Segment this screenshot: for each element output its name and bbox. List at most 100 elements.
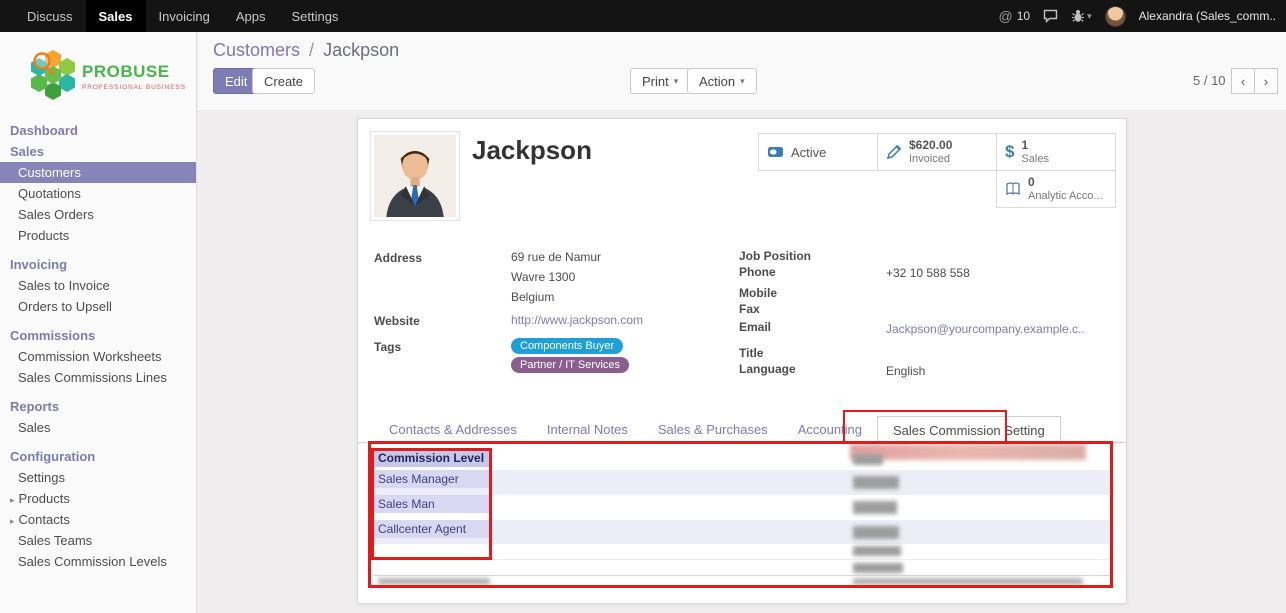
caret-right-icon: ▸ (10, 495, 15, 505)
mobile-label: Mobile (739, 286, 777, 300)
sidebar-menu: Dashboard Sales Customers Quotations Sal… (0, 120, 196, 572)
table-row[interactable] (373, 544, 1112, 559)
redacted-value (853, 476, 899, 489)
breadcrumb: Customers / Jackpson (213, 40, 399, 61)
sidebar-item-config-contacts[interactable]: ▸Contacts (0, 509, 196, 530)
invoiced-stat-button[interactable]: $620.00 Invoiced (877, 133, 997, 171)
tab-internal-notes[interactable]: Internal Notes (532, 416, 643, 442)
title-label: Title (739, 346, 763, 360)
sidebar-item-reports-sales[interactable]: Sales (0, 417, 196, 438)
tag-components-buyer[interactable]: Components Buyer (511, 338, 623, 354)
customer-photo-image (374, 135, 456, 217)
website-link[interactable]: http://www.jackpson.com (511, 313, 643, 327)
book-icon (1005, 181, 1021, 197)
redacted-value (853, 563, 903, 573)
sidebar-section-dashboard[interactable]: Dashboard (0, 120, 196, 141)
menu-settings[interactable]: Settings (278, 0, 351, 32)
sidebar-item-sales-teams[interactable]: Sales Teams (0, 530, 196, 551)
job-position-label: Job Position (739, 249, 811, 263)
sidebar-item-sales-to-invoice[interactable]: Sales to Invoice (0, 275, 196, 296)
tab-contacts-addresses[interactable]: Contacts & Addresses (374, 416, 532, 442)
breadcrumb-customers-link[interactable]: Customers (213, 40, 300, 60)
logo-title: PROBUSE (82, 62, 186, 82)
mentions-indicator[interactable]: @ 10 (999, 8, 1031, 24)
sales-label: Sales (1021, 153, 1049, 167)
sales-stat-button[interactable]: $ 1 Sales (996, 133, 1116, 171)
menu-discuss[interactable]: Discuss (14, 0, 86, 32)
sidebar-section-sales[interactable]: Sales (0, 141, 196, 162)
caret-down-icon: ▾ (1087, 11, 1092, 22)
user-menu[interactable]: Alexandra (Sales_comm.. (1139, 9, 1276, 23)
redacted-value (378, 578, 490, 585)
active-toggle-icon (767, 144, 784, 160)
analytic-label: Analytic Acco... (1028, 190, 1103, 204)
sidebar-item-sales-commission-levels[interactable]: Sales Commission Levels (0, 551, 196, 572)
sidebar-item-settings[interactable]: Settings (0, 467, 196, 488)
redacted-value (853, 454, 883, 465)
logo-subtitle: PROFESSIONAL BUSINESS (82, 84, 186, 91)
analytic-accounts-stat-button[interactable]: 0 Analytic Acco... (996, 170, 1116, 208)
action-dropdown[interactable]: Action ▾ (687, 68, 757, 94)
action-label: Action (699, 74, 735, 89)
sidebar-item-products[interactable]: Products (0, 225, 196, 246)
tab-sales-commission-setting[interactable]: Sales Commission Setting (877, 416, 1061, 443)
user-avatar[interactable] (1105, 6, 1126, 27)
debug-bug-icon[interactable]: ▾ (1071, 9, 1092, 23)
table-row[interactable]: Sales Manager (373, 470, 1112, 495)
topbar-right: @ 10 ▾ Alexandra (Sales_comm.. (999, 0, 1277, 32)
table-footer-row (373, 575, 1112, 586)
content-area: Jackpson Active $620.00 Invoiced $ 1 Sal… (198, 110, 1286, 613)
commission-level-header-cell[interactable]: Commission Level (373, 449, 849, 470)
commission-level-cell: Callcenter Agent (374, 520, 492, 538)
address-line3: Belgium (511, 290, 554, 304)
print-label: Print (642, 74, 669, 89)
commission-table: Commission Level Sales Manager Sales Man… (373, 449, 1112, 586)
breadcrumb-current: Jackpson (323, 40, 399, 60)
tab-accounting[interactable]: Accounting (783, 416, 877, 442)
sidebar-item-sales-commissions-lines[interactable]: Sales Commissions Lines (0, 367, 196, 388)
sidebar-item-label: Contacts (19, 512, 70, 527)
sidebar-item-commission-worksheets[interactable]: Commission Worksheets (0, 346, 196, 367)
commission-table-header-row: Commission Level (373, 449, 1112, 470)
create-button[interactable]: Create (252, 68, 315, 94)
address-label: Address (374, 251, 422, 265)
menu-apps[interactable]: Apps (223, 0, 279, 32)
caret-down-icon: ▾ (674, 76, 679, 87)
email-label: Email (739, 320, 771, 334)
probuse-logo-icon (30, 48, 76, 104)
sidebar-section-invoicing[interactable]: Invoicing (0, 254, 196, 275)
menu-sales[interactable]: Sales (86, 0, 146, 32)
analytic-count: 0 (1028, 175, 1103, 190)
pager-next-button[interactable]: › (1254, 68, 1278, 94)
sidebar-item-config-products[interactable]: ▸Products (0, 488, 196, 509)
commission-level-cell: Sales Man (374, 495, 492, 513)
menu-invoicing[interactable]: Invoicing (146, 0, 223, 32)
sidebar-item-customers[interactable]: Customers (0, 162, 196, 183)
pencil-icon (886, 144, 902, 160)
sidebar-item-quotations[interactable]: Quotations (0, 183, 196, 204)
logo-text: PROBUSE PROFESSIONAL BUSINESS (82, 62, 186, 91)
customer-photo[interactable] (370, 131, 460, 221)
chat-icon[interactable] (1043, 9, 1058, 23)
sidebar-section-reports[interactable]: Reports (0, 396, 196, 417)
email-link[interactable]: Jackpson@yourcompany.example.c.. (886, 322, 1085, 336)
table-row[interactable] (373, 559, 1112, 575)
website-label: Website (374, 314, 420, 328)
sidebar-section-configuration[interactable]: Configuration (0, 446, 196, 467)
probuse-logo: PROBUSE PROFESSIONAL BUSINESS (0, 32, 196, 116)
active-stat-button[interactable]: Active (758, 133, 878, 171)
sidebar-item-orders-to-upsell[interactable]: Orders to Upsell (0, 296, 196, 317)
table-row[interactable]: Callcenter Agent (373, 520, 1112, 544)
sales-count: 1 (1021, 138, 1049, 153)
redacted-value (853, 578, 1083, 585)
table-row[interactable]: Sales Man (373, 495, 1112, 520)
tag-partner-it-services[interactable]: Partner / IT Services (511, 357, 629, 373)
print-dropdown[interactable]: Print ▾ (630, 68, 690, 94)
pager-previous-button[interactable]: ‹ (1231, 68, 1255, 94)
notebook-tabs: Contacts & Addresses Internal Notes Sale… (358, 416, 1126, 443)
sidebar-item-sales-orders[interactable]: Sales Orders (0, 204, 196, 225)
sidebar-section-commissions[interactable]: Commissions (0, 325, 196, 346)
commission-level-header: Commission Level (374, 449, 492, 467)
caret-down-icon: ▾ (740, 76, 745, 87)
tab-sales-purchases[interactable]: Sales & Purchases (643, 416, 783, 442)
